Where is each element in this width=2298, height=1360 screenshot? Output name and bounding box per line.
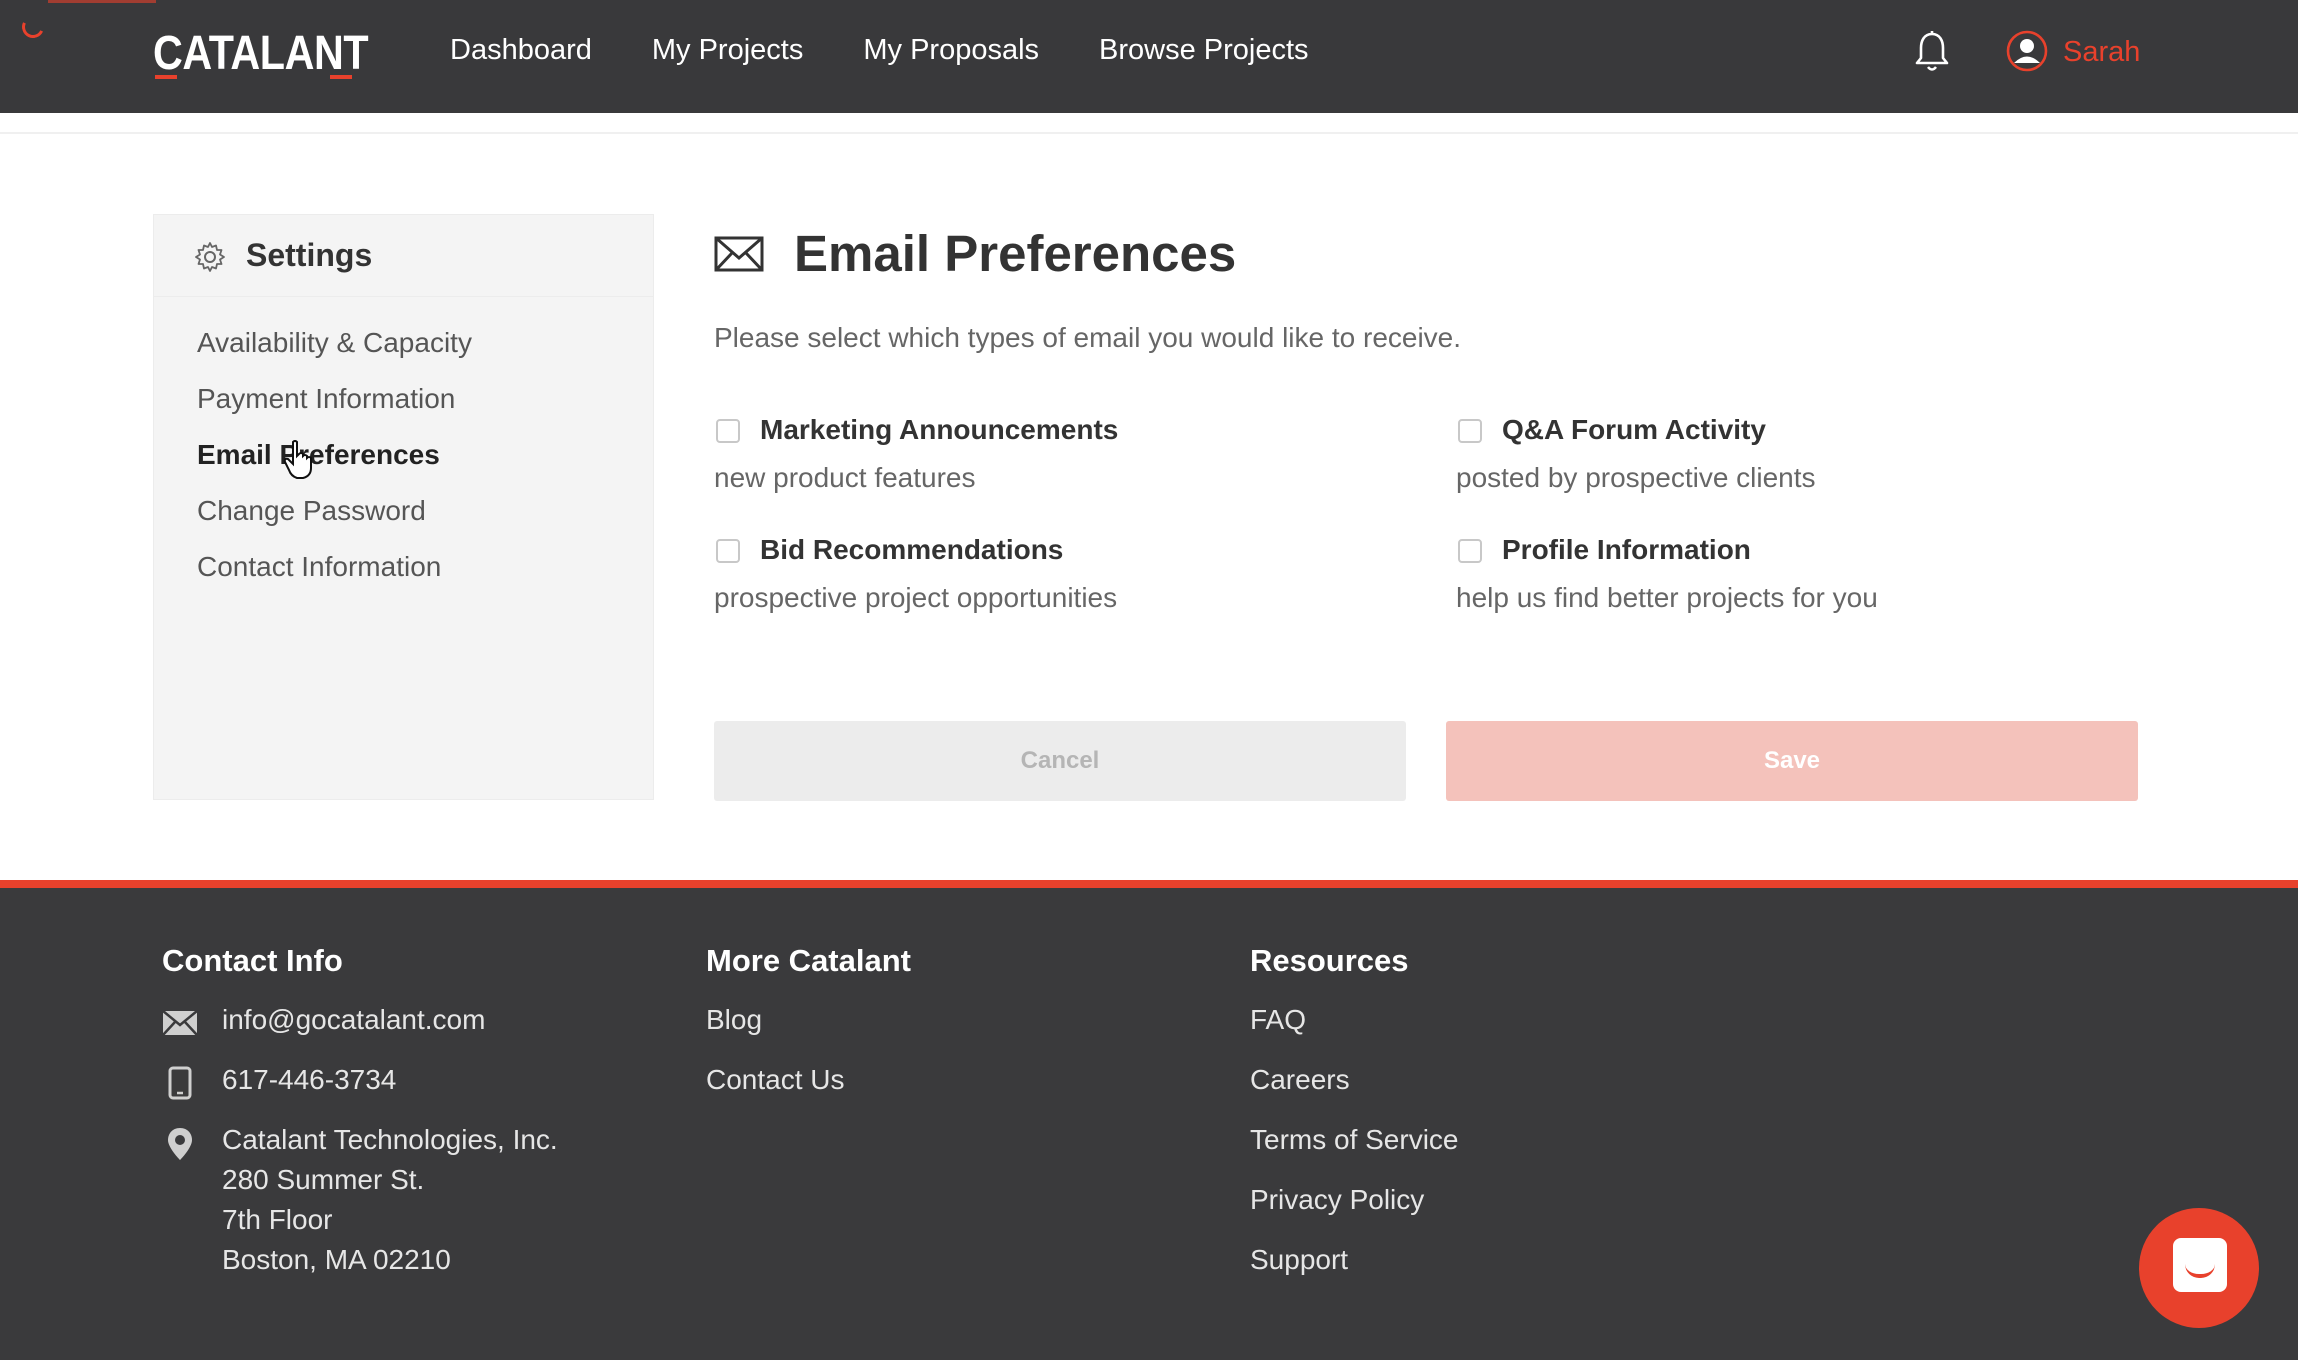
site-footer: Contact Info info@gocatalant.com 617-446… <box>0 888 2298 1360</box>
sidebar-header: Settings <box>154 215 653 297</box>
nav-dashboard[interactable]: Dashboard <box>450 34 592 67</box>
logo-accent-right <box>330 75 352 79</box>
profile-information-checkbox[interactable] <box>1458 539 1482 563</box>
sidebar-menu: Availability & Capacity Payment Informat… <box>197 325 472 605</box>
footer-address-line: 280 Summer St. <box>222 1164 425 1195</box>
phone-icon <box>168 1066 192 1100</box>
pointer-cursor-icon <box>283 440 312 479</box>
sidebar-item-payment[interactable]: Payment Information <box>197 381 472 437</box>
sidebar-item-availability[interactable]: Availability & Capacity <box>197 325 472 381</box>
footer-address-line: 7th Floor <box>222 1204 333 1235</box>
nav-my-proposals[interactable]: My Proposals <box>863 34 1039 67</box>
option-label[interactable]: Marketing Announcements <box>760 414 1118 446</box>
loading-progress-bar <box>48 0 156 3</box>
footer-address-line: Boston, MA 02210 <box>222 1244 451 1275</box>
footer-resources-title: Resources <box>1250 943 1409 978</box>
footer-more-title: More Catalant <box>706 943 911 978</box>
option-label[interactable]: Bid Recommendations <box>760 534 1063 566</box>
footer-address-line: Catalant Technologies, Inc. <box>222 1124 558 1155</box>
bid-recommendations-checkbox[interactable] <box>716 539 740 563</box>
header-divider <box>0 132 2298 134</box>
footer-link-blog[interactable]: Blog <box>706 1004 762 1036</box>
footer-link-contact-us[interactable]: Contact Us <box>706 1064 845 1096</box>
main-nav: Dashboard My Projects My Proposals Brows… <box>450 34 1369 67</box>
user-name-link[interactable]: Sarah <box>2063 36 2140 69</box>
footer-phone[interactable]: 617-446-3734 <box>222 1064 396 1096</box>
sidebar-item-contact-information[interactable]: Contact Information <box>197 549 472 605</box>
gear-icon <box>195 242 225 272</box>
nav-browse-projects[interactable]: Browse Projects <box>1099 34 1309 67</box>
location-pin-icon <box>168 1128 192 1160</box>
cancel-button[interactable]: Cancel <box>714 721 1406 801</box>
qa-forum-activity-checkbox[interactable] <box>1458 419 1482 443</box>
footer-link-support[interactable]: Support <box>1250 1244 1348 1276</box>
catalant-logo[interactable]: CATALANT <box>153 26 369 81</box>
nav-my-projects[interactable]: My Projects <box>652 34 803 67</box>
option-description: help us find better projects for you <box>1456 582 1878 613</box>
option-description: prospective project opportunities <box>714 582 1118 613</box>
envelope-icon <box>714 236 764 272</box>
top-navigation-bar: CATALANT Dashboard My Projects My Propos… <box>0 0 2298 113</box>
logo-accent-left <box>155 75 177 79</box>
footer-link-careers[interactable]: Careers <box>1250 1064 1350 1096</box>
page-subtitle: Please select which types of email you w… <box>714 322 1462 353</box>
save-button[interactable]: Save <box>1446 721 2138 801</box>
sidebar-item-email-preferences[interactable]: Email Preferences <box>197 437 472 493</box>
option-label[interactable]: Profile Information <box>1502 534 1751 566</box>
option-description: posted by prospective clients <box>1456 462 1816 493</box>
footer-link-terms[interactable]: Terms of Service <box>1250 1124 1459 1156</box>
option-label[interactable]: Q&A Forum Activity <box>1502 414 1766 446</box>
chat-launcher-button[interactable] <box>2139 1208 2259 1328</box>
footer-link-privacy[interactable]: Privacy Policy <box>1250 1184 1424 1216</box>
footer-contact-title: Contact Info <box>162 943 343 978</box>
footer-link-faq[interactable]: FAQ <box>1250 1004 1306 1036</box>
settings-sidebar: Settings Availability & Capacity Payment… <box>153 214 654 800</box>
page-title: Email Preferences <box>794 225 1237 282</box>
footer-email-link[interactable]: info@gocatalant.com <box>222 1004 485 1036</box>
bell-icon[interactable] <box>1912 30 1952 74</box>
user-avatar-icon[interactable] <box>2006 30 2048 72</box>
footer-accent-bar <box>0 880 2298 888</box>
spinner-icon <box>18 12 48 42</box>
sidebar-title: Settings <box>246 237 373 273</box>
mail-icon <box>162 1010 198 1036</box>
marketing-announcements-checkbox[interactable] <box>716 419 740 443</box>
option-description: new product features <box>714 462 976 493</box>
sidebar-item-change-password[interactable]: Change Password <box>197 493 472 549</box>
